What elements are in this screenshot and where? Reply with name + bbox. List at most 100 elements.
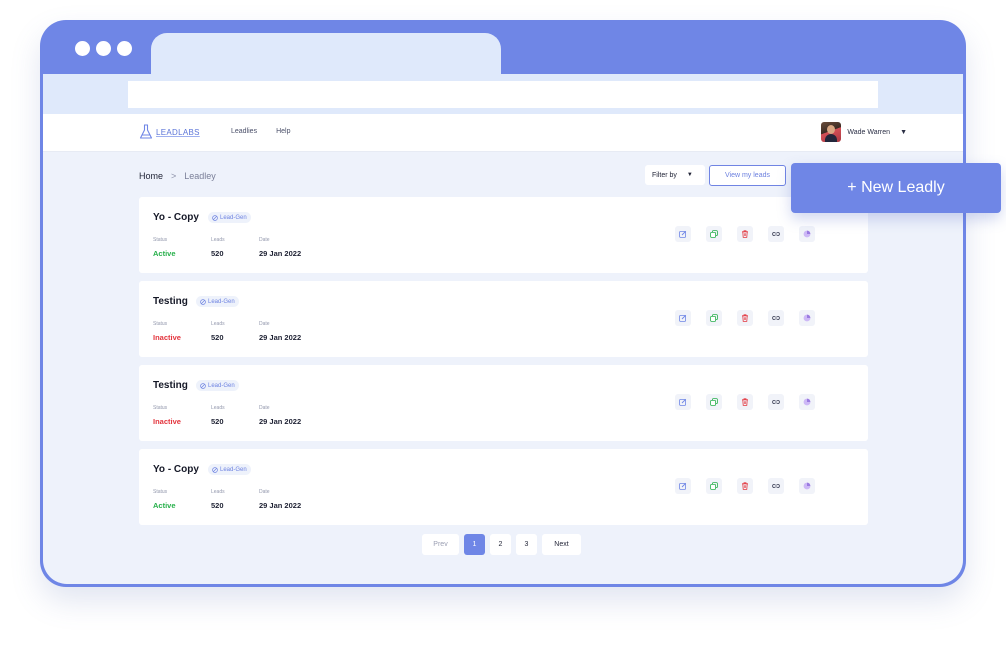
leads-label: Leads — [211, 321, 225, 327]
prev-page-button[interactable]: Prev — [422, 534, 459, 555]
card-title: Testing — [153, 380, 188, 391]
leads-label: Leads — [211, 489, 225, 495]
date-value: 29 Jan 2022 — [259, 249, 302, 258]
breadcrumb: Home > Leadley — [139, 171, 216, 181]
nav-item-leadlies[interactable]: Leadlies — [231, 128, 257, 135]
chevron-right-icon: > — [171, 171, 177, 181]
tag-label: Lead-Gen — [220, 466, 247, 473]
date-label: Date — [259, 405, 270, 411]
edit-icon — [679, 398, 687, 406]
browser-viewport: LEADLABS Leadlies Help Wade Warren ▼ Hom… — [43, 74, 963, 584]
stage: LEADLABS Leadlies Help Wade Warren ▼ Hom… — [0, 0, 1006, 647]
link-button[interactable] — [768, 394, 784, 410]
filter-dropdown[interactable]: Filter by ▼ — [645, 165, 705, 185]
delete-button[interactable] — [737, 478, 753, 494]
status-label: Status — [153, 489, 168, 495]
duplicate-button[interactable] — [706, 310, 722, 326]
leadly-card[interactable]: Yo - Copy Lead-Gen Status Leads Date Act… — [139, 197, 868, 273]
tag-badge: Lead-Gen — [196, 296, 239, 307]
delete-button[interactable] — [737, 310, 753, 326]
user-menu[interactable]: Wade Warren ▼ — [821, 122, 907, 142]
tag-label: Lead-Gen — [220, 214, 247, 221]
tag-icon — [200, 298, 206, 305]
pie-chart-button[interactable] — [799, 394, 815, 410]
page-button-3[interactable]: 3 — [516, 534, 537, 555]
card-title: Yo - Copy — [153, 464, 199, 475]
leads-label: Leads — [211, 237, 225, 243]
user-name: Wade Warren — [847, 128, 891, 136]
duplicate-button[interactable] — [706, 394, 722, 410]
link-icon — [772, 398, 780, 406]
delete-icon — [741, 482, 749, 490]
logo[interactable]: LEADLABS — [139, 124, 200, 140]
filter-label: Filter by — [652, 171, 677, 179]
app-header: LEADLABS Leadlies Help Wade Warren ▼ — [43, 114, 963, 152]
tag-icon — [212, 214, 218, 221]
tag-icon — [200, 382, 206, 389]
avatar — [821, 122, 842, 142]
pie-chart-button[interactable] — [799, 226, 815, 242]
card-actions — [675, 310, 815, 326]
delete-button[interactable] — [737, 394, 753, 410]
page-button-2[interactable]: 2 — [490, 534, 511, 555]
next-page-button[interactable]: Next — [542, 534, 581, 555]
link-icon — [772, 314, 780, 322]
nav-item-help[interactable]: Help — [276, 128, 290, 135]
pagination: Prev 1 2 3 Next — [422, 534, 581, 555]
address-bar[interactable] — [128, 81, 878, 108]
date-value: 29 Jan 2022 — [259, 417, 302, 426]
edit-button[interactable] — [675, 310, 691, 326]
edit-button[interactable] — [675, 394, 691, 410]
tag-icon — [212, 466, 218, 473]
pie-chart-icon — [803, 482, 811, 490]
breadcrumb-home[interactable]: Home — [139, 171, 163, 181]
delete-button[interactable] — [737, 226, 753, 242]
new-leadly-button[interactable]: + New Leadly — [791, 163, 1001, 213]
flask-icon — [139, 124, 153, 139]
status-label: Status — [153, 405, 168, 411]
card-actions — [675, 394, 815, 410]
page-button-1[interactable]: 1 — [464, 534, 485, 555]
leadly-card[interactable]: Testing Lead-Gen Status Leads Date Inact… — [139, 365, 868, 441]
edit-icon — [679, 230, 687, 238]
status-label: Status — [153, 237, 168, 243]
link-button[interactable] — [768, 478, 784, 494]
duplicate-icon — [710, 398, 718, 406]
edit-button[interactable] — [675, 478, 691, 494]
edit-icon — [679, 482, 687, 490]
leadly-card[interactable]: Testing Lead-Gen Status Leads Date Inact… — [139, 281, 868, 357]
pie-chart-button[interactable] — [799, 310, 815, 326]
card-actions — [675, 226, 815, 242]
edit-button[interactable] — [675, 226, 691, 242]
chevron-down-icon: ▼ — [686, 172, 693, 178]
browser-tab[interactable] — [151, 33, 501, 77]
delete-icon — [741, 314, 749, 322]
duplicate-button[interactable] — [706, 478, 722, 494]
leads-value: 520 — [211, 501, 224, 510]
tag-label: Lead-Gen — [208, 382, 235, 389]
window-dot-close[interactable] — [75, 41, 90, 56]
duplicate-icon — [710, 482, 718, 490]
duplicate-button[interactable] — [706, 226, 722, 242]
window-dot-minimize[interactable] — [96, 41, 111, 56]
card-title: Yo - Copy — [153, 212, 199, 223]
card-title: Testing — [153, 296, 188, 307]
tag-badge: Lead-Gen — [208, 464, 251, 475]
leadly-card[interactable]: Yo - Copy Lead-Gen Status Leads Date Act… — [139, 449, 868, 525]
status-value: Active — [153, 501, 176, 510]
pie-chart-icon — [803, 314, 811, 322]
status-value: Inactive — [153, 417, 181, 426]
pie-chart-button[interactable] — [799, 478, 815, 494]
link-button[interactable] — [768, 310, 784, 326]
tag-label: Lead-Gen — [208, 298, 235, 305]
leads-label: Leads — [211, 405, 225, 411]
leads-value: 520 — [211, 249, 224, 258]
tag-badge: Lead-Gen — [196, 380, 239, 391]
pie-chart-icon — [803, 398, 811, 406]
duplicate-icon — [710, 314, 718, 322]
view-my-leads-button[interactable]: View my leads — [709, 165, 786, 186]
window-controls — [75, 41, 132, 56]
window-dot-maximize[interactable] — [117, 41, 132, 56]
link-button[interactable] — [768, 226, 784, 242]
leads-value: 520 — [211, 333, 224, 342]
